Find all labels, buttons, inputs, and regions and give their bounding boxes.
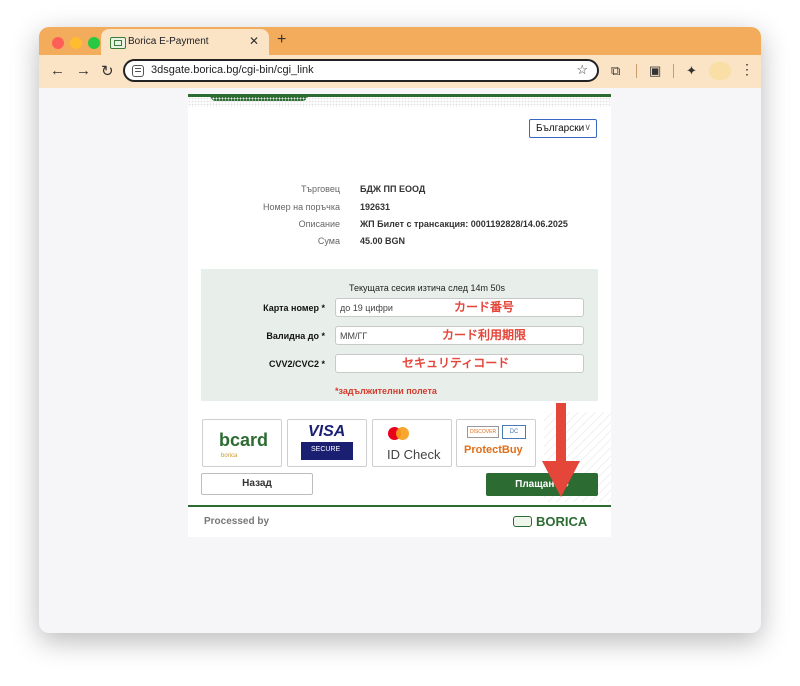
reload-icon[interactable]: ↻	[101, 62, 114, 80]
maximize-window-button[interactable]	[88, 37, 100, 49]
expiry-annotation: カード利用期限	[442, 328, 527, 342]
amount-label: Сума	[317, 236, 340, 246]
minimize-window-button[interactable]	[70, 37, 82, 49]
payment-page: Български ∨ Търговец БДЖ ПП ЕООД Номер н…	[188, 94, 611, 537]
amount-value: 45.00 BGN	[360, 236, 406, 246]
card-number-label: Карта номер *	[263, 303, 325, 313]
back-button[interactable]: Назад	[201, 473, 313, 495]
mastercard-idcheck-logo: ID Check	[372, 419, 452, 467]
extensions-icon[interactable]: ⧉	[611, 63, 620, 79]
tab-title: Borica E-Payment	[128, 36, 209, 47]
visa-secure-logo: VISA SECURE	[287, 419, 367, 467]
bookmark-star-icon[interactable]: ☆	[576, 62, 588, 78]
idcheck-text: ID Check	[387, 447, 441, 462]
new-tab-button[interactable]: +	[277, 31, 286, 49]
session-timer: Текущата сесия изтича след 14m 50s	[349, 283, 506, 293]
language-value: Български	[536, 123, 585, 134]
address-bar[interactable]: 3dsgate.borica.bg/cgi-bin/cgi_link ☆	[123, 59, 599, 82]
card-number-placeholder: до 19 цифри	[340, 303, 393, 313]
site-settings-icon[interactable]	[132, 65, 144, 77]
borica-logo-icon	[513, 516, 532, 527]
url-text[interactable]: 3dsgate.borica.bg/cgi-bin/cgi_link	[151, 64, 314, 76]
toolbar-divider	[636, 64, 637, 78]
protectbuy-text: ProtectBuy	[464, 444, 523, 456]
visa-text: VISA	[308, 423, 346, 440]
browser-toolbar: ← → ↻ 3dsgate.borica.bg/cgi-bin/cgi_link…	[39, 55, 761, 88]
reading-list-icon[interactable]: ▣	[649, 63, 661, 79]
cvv-annotation: セキュリティコード	[402, 356, 510, 370]
visa-secure-band: SECURE	[301, 442, 353, 460]
description-value: ЖП Билет с трансакция: 0001192828/14.06.…	[360, 219, 568, 229]
card-form: Текущата сесия изтича след 14m 50s Карта…	[201, 269, 598, 401]
dotted-pattern	[188, 97, 611, 107]
bcard-logo: bcard borica	[202, 419, 282, 467]
card-number-annotation: カード番号	[454, 300, 515, 314]
forward-arrow-icon[interactable]: →	[76, 62, 91, 79]
discover-mark: DISCOVER	[467, 426, 499, 438]
profile-avatar[interactable]	[709, 62, 731, 80]
visa-secure-text: SECURE	[311, 446, 341, 453]
red-down-arrow-annotation	[542, 403, 580, 497]
tab-close-icon[interactable]: ✕	[249, 34, 259, 48]
expiry-placeholder: ММ/ГГ	[340, 331, 368, 341]
merchant-label: Търговец	[300, 184, 340, 194]
browser-window: Borica E-Payment ✕ + ← → ↻ 3dsgate.boric…	[39, 27, 761, 633]
processed-by-label: Processed by	[204, 516, 270, 527]
chevron-down-icon: ∨	[584, 122, 591, 132]
footer-border	[188, 505, 611, 507]
browser-tab[interactable]: Borica E-Payment ✕	[101, 29, 269, 55]
tab-bar: Borica E-Payment ✕ +	[39, 27, 761, 55]
bcard-sub: borica	[221, 453, 238, 459]
borica-logo-text: BORICA	[536, 514, 588, 529]
mastercard-orange-circle	[396, 427, 409, 440]
expiry-label: Валидна до *	[266, 331, 325, 341]
description-label: Описание	[298, 219, 340, 229]
protectbuy-logo: DISCOVER DC ProtectBuy	[456, 419, 536, 467]
cvv-label: CVV2/CVC2 *	[268, 359, 325, 369]
close-window-button[interactable]	[52, 37, 64, 49]
order-number-label: Номер на поръчка	[262, 202, 340, 212]
ai-icon[interactable]: ✦	[686, 63, 697, 79]
back-arrow-icon[interactable]: ←	[50, 62, 65, 79]
toolbar-divider	[673, 64, 674, 78]
bcard-text: bcard	[219, 430, 269, 450]
diners-mark: DC	[502, 425, 526, 439]
language-select[interactable]: Български ∨	[529, 119, 597, 138]
order-number-value: 192631	[360, 202, 391, 212]
menu-icon[interactable]: ⋮	[740, 61, 754, 78]
borica-favicon-icon	[110, 37, 126, 49]
required-fields-note: *задължителни полета	[335, 386, 437, 396]
merchant-value: БДЖ ПП ЕООД	[360, 184, 426, 194]
